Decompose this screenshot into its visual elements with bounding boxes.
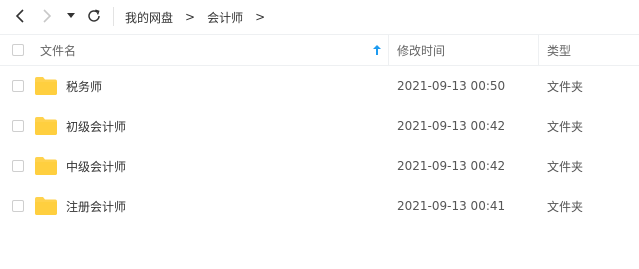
file-row[interactable]: 税务师 2021-09-13 00:50 文件夹 — [0, 66, 639, 106]
folder-icon — [35, 117, 57, 135]
toolbar: 我的网盘 > 会计师 > — [0, 0, 639, 33]
row-checkbox[interactable] — [12, 120, 24, 132]
file-type: 文件夹 — [547, 119, 584, 134]
column-header-name[interactable]: 文件名 — [40, 35, 76, 65]
history-dropdown-button[interactable] — [63, 6, 79, 26]
file-name[interactable]: 注册会计师 — [66, 186, 126, 226]
file-modified-time: 2021-09-13 00:50 — [397, 79, 506, 93]
column-header-modified[interactable]: 修改时间 — [397, 35, 445, 65]
file-modified-time: 2021-09-13 00:42 — [397, 119, 506, 133]
column-header-type[interactable]: 类型 — [547, 35, 571, 65]
row-checkbox[interactable] — [12, 80, 24, 92]
sort-ascending-icon[interactable] — [373, 35, 381, 65]
file-row[interactable]: 注册会计师 2021-09-13 00:41 文件夹 — [0, 186, 639, 226]
refresh-icon — [88, 9, 100, 22]
file-type: 文件夹 — [547, 199, 584, 214]
breadcrumb: 我的网盘 > 会计师 > — [125, 8, 277, 26]
column-divider[interactable] — [388, 35, 389, 65]
caret-down-icon — [67, 13, 75, 18]
select-all-checkbox[interactable] — [12, 44, 24, 56]
folder-icon — [35, 157, 57, 175]
forward-button[interactable] — [37, 6, 57, 26]
column-divider[interactable] — [538, 35, 539, 65]
file-name[interactable]: 税务师 — [66, 66, 102, 106]
breadcrumb-item-current[interactable]: 会计师 — [207, 9, 243, 26]
refresh-button[interactable] — [84, 6, 104, 26]
row-checkbox[interactable] — [12, 200, 24, 212]
file-name[interactable]: 中级会计师 — [66, 146, 126, 186]
breadcrumb-separator[interactable]: > — [255, 10, 265, 24]
file-modified-time: 2021-09-13 00:42 — [397, 159, 506, 173]
file-modified-time: 2021-09-13 00:41 — [397, 199, 506, 213]
file-type: 文件夹 — [547, 159, 584, 174]
breadcrumb-separator: > — [185, 10, 196, 24]
back-button[interactable] — [10, 6, 30, 26]
chevron-right-icon — [43, 9, 52, 23]
file-name[interactable]: 初级会计师 — [66, 106, 126, 146]
toolbar-divider — [113, 7, 114, 26]
file-row[interactable]: 中级会计师 2021-09-13 00:42 文件夹 — [0, 146, 639, 186]
row-checkbox[interactable] — [12, 160, 24, 172]
breadcrumb-item-root[interactable]: 我的网盘 — [125, 9, 173, 26]
chevron-left-icon — [15, 9, 24, 23]
file-type: 文件夹 — [547, 79, 584, 94]
folder-icon — [35, 77, 57, 95]
file-list-header: 文件名 修改时间 类型 — [0, 34, 639, 66]
file-row[interactable]: 初级会计师 2021-09-13 00:42 文件夹 — [0, 106, 639, 146]
folder-icon — [35, 197, 57, 215]
